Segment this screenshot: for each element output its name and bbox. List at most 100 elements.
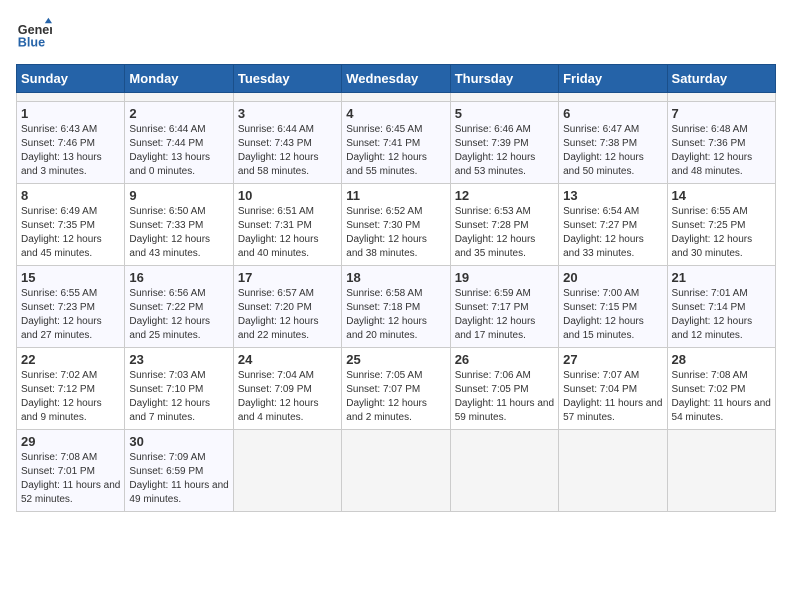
calendar-cell: 21Sunrise: 7:01 AMSunset: 7:14 PMDayligh… bbox=[667, 266, 775, 348]
calendar-cell: 1Sunrise: 6:43 AMSunset: 7:46 PMDaylight… bbox=[17, 102, 125, 184]
day-number: 6 bbox=[563, 106, 662, 121]
day-info: Sunrise: 7:04 AMSunset: 7:09 PMDaylight:… bbox=[238, 369, 337, 425]
day-number: 14 bbox=[672, 188, 771, 203]
day-number: 25 bbox=[346, 352, 445, 367]
day-number: 4 bbox=[346, 106, 445, 121]
day-info: Sunrise: 7:08 AMSunset: 7:02 PMDaylight:… bbox=[672, 369, 771, 425]
day-number: 22 bbox=[21, 352, 120, 367]
day-number: 23 bbox=[129, 352, 228, 367]
day-info: Sunrise: 6:53 AMSunset: 7:28 PMDaylight:… bbox=[455, 205, 554, 261]
day-number: 9 bbox=[129, 188, 228, 203]
day-info: Sunrise: 7:01 AMSunset: 7:14 PMDaylight:… bbox=[672, 287, 771, 343]
header-day-monday: Monday bbox=[125, 65, 233, 93]
day-number: 26 bbox=[455, 352, 554, 367]
day-number: 27 bbox=[563, 352, 662, 367]
week-row-5: 29Sunrise: 7:08 AMSunset: 7:01 PMDayligh… bbox=[17, 430, 776, 512]
page-header: General Blue bbox=[16, 16, 776, 52]
week-row-4: 22 Sunrise: 7:02 AMSunset: 7:12 PMDayligh… bbox=[17, 348, 776, 430]
day-info: Sunrise: 6:46 AMSunset: 7:39 PMDaylight:… bbox=[455, 123, 554, 179]
calendar-cell: 23 Sunrise: 7:03 AMSunset: 7:10 PMDayligh… bbox=[125, 348, 233, 430]
day-number: 19 bbox=[455, 270, 554, 285]
day-number: 16 bbox=[129, 270, 228, 285]
day-info: Sunrise: 6:50 AMSunset: 7:33 PMDaylight:… bbox=[129, 205, 228, 261]
day-info: Sunrise: 6:57 AMSunset: 7:20 PMDaylight:… bbox=[238, 287, 337, 343]
header-row: SundayMondayTuesdayWednesdayThursdayFrid… bbox=[17, 65, 776, 93]
logo: General Blue bbox=[16, 16, 52, 52]
header-day-wednesday: Wednesday bbox=[342, 65, 450, 93]
calendar-cell: 7Sunrise: 6:48 AMSunset: 7:36 PMDaylight… bbox=[667, 102, 775, 184]
calendar-cell: 14Sunrise: 6:55 AMSunset: 7:25 PMDayligh… bbox=[667, 184, 775, 266]
calendar-cell bbox=[667, 93, 775, 102]
logo-icon: General Blue bbox=[16, 16, 52, 52]
day-number: 15 bbox=[21, 270, 120, 285]
day-info: Sunrise: 6:54 AMSunset: 7:27 PMDaylight:… bbox=[563, 205, 662, 261]
calendar-cell bbox=[125, 93, 233, 102]
day-number: 2 bbox=[129, 106, 228, 121]
day-info: Sunrise: 7:09 AMSunset: 6:59 PMDaylight:… bbox=[129, 451, 228, 507]
day-info: Sunrise: 7:02 AMSunset: 7:12 PMDaylight:… bbox=[21, 369, 120, 425]
day-info: Sunrise: 6:48 AMSunset: 7:36 PMDaylight:… bbox=[672, 123, 771, 179]
day-number: 3 bbox=[238, 106, 337, 121]
day-number: 30 bbox=[129, 434, 228, 449]
calendar-cell: 2 Sunrise: 6:44 AMSunset: 7:44 PMDaylight… bbox=[125, 102, 233, 184]
calendar-table: SundayMondayTuesdayWednesdayThursdayFrid… bbox=[16, 64, 776, 512]
calendar-cell: 30 Sunrise: 7:09 AMSunset: 6:59 PMDayligh… bbox=[125, 430, 233, 512]
day-info: Sunrise: 6:44 AMSunset: 7:43 PMDaylight:… bbox=[238, 123, 337, 179]
day-info: Sunrise: 6:56 AMSunset: 7:22 PMDaylight:… bbox=[129, 287, 228, 343]
header-day-tuesday: Tuesday bbox=[233, 65, 341, 93]
calendar-cell: 16 Sunrise: 6:56 AMSunset: 7:22 PMDayligh… bbox=[125, 266, 233, 348]
day-info: Sunrise: 6:49 AMSunset: 7:35 PMDaylight:… bbox=[21, 205, 120, 261]
calendar-cell bbox=[342, 93, 450, 102]
calendar-cell bbox=[667, 430, 775, 512]
svg-text:Blue: Blue bbox=[18, 36, 45, 50]
calendar-cell bbox=[17, 93, 125, 102]
calendar-cell: 25 Sunrise: 7:05 AMSunset: 7:07 PMDayligh… bbox=[342, 348, 450, 430]
calendar-cell: 26 Sunrise: 7:06 AMSunset: 7:05 PMDayligh… bbox=[450, 348, 558, 430]
calendar-cell: 20 Sunrise: 7:00 AMSunset: 7:15 PMDayligh… bbox=[559, 266, 667, 348]
day-info: Sunrise: 6:55 AMSunset: 7:23 PMDaylight:… bbox=[21, 287, 120, 343]
header-day-saturday: Saturday bbox=[667, 65, 775, 93]
day-info: Sunrise: 7:00 AMSunset: 7:15 PMDaylight:… bbox=[563, 287, 662, 343]
day-info: Sunrise: 7:05 AMSunset: 7:07 PMDaylight:… bbox=[346, 369, 445, 425]
day-info: Sunrise: 7:06 AMSunset: 7:05 PMDaylight:… bbox=[455, 369, 554, 425]
day-number: 5 bbox=[455, 106, 554, 121]
calendar-cell: 11Sunrise: 6:52 AMSunset: 7:30 PMDayligh… bbox=[342, 184, 450, 266]
calendar-cell bbox=[450, 430, 558, 512]
header-day-sunday: Sunday bbox=[17, 65, 125, 93]
day-number: 13 bbox=[563, 188, 662, 203]
header-day-thursday: Thursday bbox=[450, 65, 558, 93]
day-number: 20 bbox=[563, 270, 662, 285]
day-info: Sunrise: 6:51 AMSunset: 7:31 PMDaylight:… bbox=[238, 205, 337, 261]
calendar-cell: 24 Sunrise: 7:04 AMSunset: 7:09 PMDayligh… bbox=[233, 348, 341, 430]
calendar-cell: 29Sunrise: 7:08 AMSunset: 7:01 PMDayligh… bbox=[17, 430, 125, 512]
day-number: 10 bbox=[238, 188, 337, 203]
calendar-cell: 9 Sunrise: 6:50 AMSunset: 7:33 PMDaylight… bbox=[125, 184, 233, 266]
calendar-cell: 12Sunrise: 6:53 AMSunset: 7:28 PMDayligh… bbox=[450, 184, 558, 266]
day-info: Sunrise: 7:03 AMSunset: 7:10 PMDaylight:… bbox=[129, 369, 228, 425]
header-day-friday: Friday bbox=[559, 65, 667, 93]
day-info: Sunrise: 6:45 AMSunset: 7:41 PMDaylight:… bbox=[346, 123, 445, 179]
calendar-cell: 18Sunrise: 6:58 AMSunset: 7:18 PMDayligh… bbox=[342, 266, 450, 348]
calendar-cell: 19 Sunrise: 6:59 AMSunset: 7:17 PMDayligh… bbox=[450, 266, 558, 348]
calendar-cell: 28Sunrise: 7:08 AMSunset: 7:02 PMDayligh… bbox=[667, 348, 775, 430]
day-info: Sunrise: 6:43 AMSunset: 7:46 PMDaylight:… bbox=[21, 123, 120, 179]
calendar-cell: 15 Sunrise: 6:55 AMSunset: 7:23 PMDayligh… bbox=[17, 266, 125, 348]
day-number: 24 bbox=[238, 352, 337, 367]
calendar-cell: 4 Sunrise: 6:45 AMSunset: 7:41 PMDaylight… bbox=[342, 102, 450, 184]
calendar-cell: 3 Sunrise: 6:44 AMSunset: 7:43 PMDaylight… bbox=[233, 102, 341, 184]
calendar-cell bbox=[559, 93, 667, 102]
day-info: Sunrise: 6:44 AMSunset: 7:44 PMDaylight:… bbox=[129, 123, 228, 179]
calendar-cell: 10 Sunrise: 6:51 AMSunset: 7:31 PMDayligh… bbox=[233, 184, 341, 266]
calendar-cell bbox=[450, 93, 558, 102]
day-number: 8 bbox=[21, 188, 120, 203]
day-number: 29 bbox=[21, 434, 120, 449]
calendar-cell: 6Sunrise: 6:47 AMSunset: 7:38 PMDaylight… bbox=[559, 102, 667, 184]
week-row-2: 8 Sunrise: 6:49 AMSunset: 7:35 PMDaylight… bbox=[17, 184, 776, 266]
calendar-cell bbox=[233, 93, 341, 102]
calendar-cell: 27 Sunrise: 7:07 AMSunset: 7:04 PMDayligh… bbox=[559, 348, 667, 430]
calendar-cell bbox=[559, 430, 667, 512]
day-number: 11 bbox=[346, 188, 445, 203]
day-info: Sunrise: 6:59 AMSunset: 7:17 PMDaylight:… bbox=[455, 287, 554, 343]
day-info: Sunrise: 7:07 AMSunset: 7:04 PMDaylight:… bbox=[563, 369, 662, 425]
calendar-cell: 22 Sunrise: 7:02 AMSunset: 7:12 PMDayligh… bbox=[17, 348, 125, 430]
